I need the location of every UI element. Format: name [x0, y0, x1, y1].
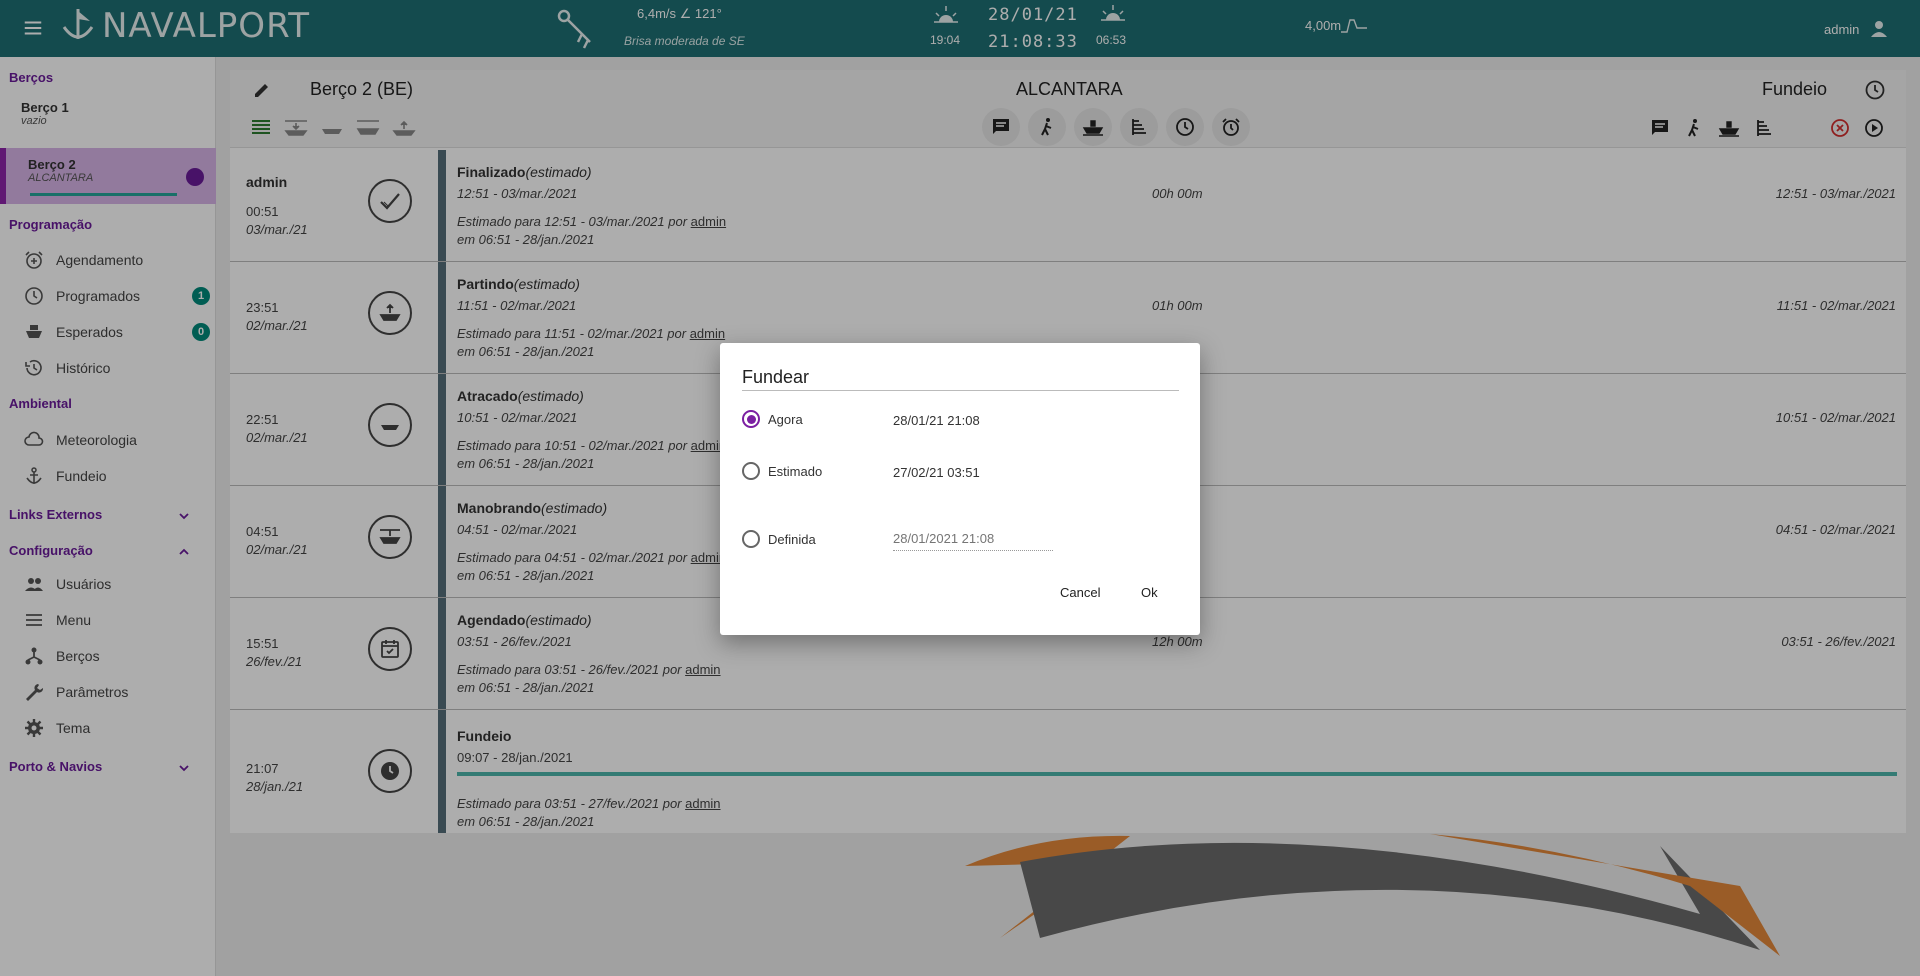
option-agora[interactable]: Agora	[742, 410, 803, 428]
dialog-title: Fundear	[742, 367, 810, 387]
dialog-divider	[742, 390, 1179, 391]
option-definida[interactable]: Definida	[742, 530, 816, 548]
fundear-dialog: Fundear Agora 28/01/21 21:08 Estimado 27…	[720, 343, 1200, 635]
option-agora-value: 28/01/21 21:08	[893, 413, 980, 428]
radio-agora[interactable]	[742, 410, 760, 428]
radio-estimado[interactable]	[742, 462, 760, 480]
defined-datetime-input[interactable]	[893, 529, 1053, 551]
cancel-button[interactable]: Cancel	[1052, 577, 1108, 608]
radio-definida[interactable]	[742, 530, 760, 548]
option-estimado[interactable]: Estimado	[742, 462, 822, 480]
option-estimado-value: 27/02/21 03:51	[893, 465, 980, 480]
option-label: Agora	[768, 411, 803, 427]
ok-button[interactable]: Ok	[1133, 577, 1166, 608]
option-label: Estimado	[768, 463, 823, 479]
option-label: Definida	[768, 531, 816, 547]
